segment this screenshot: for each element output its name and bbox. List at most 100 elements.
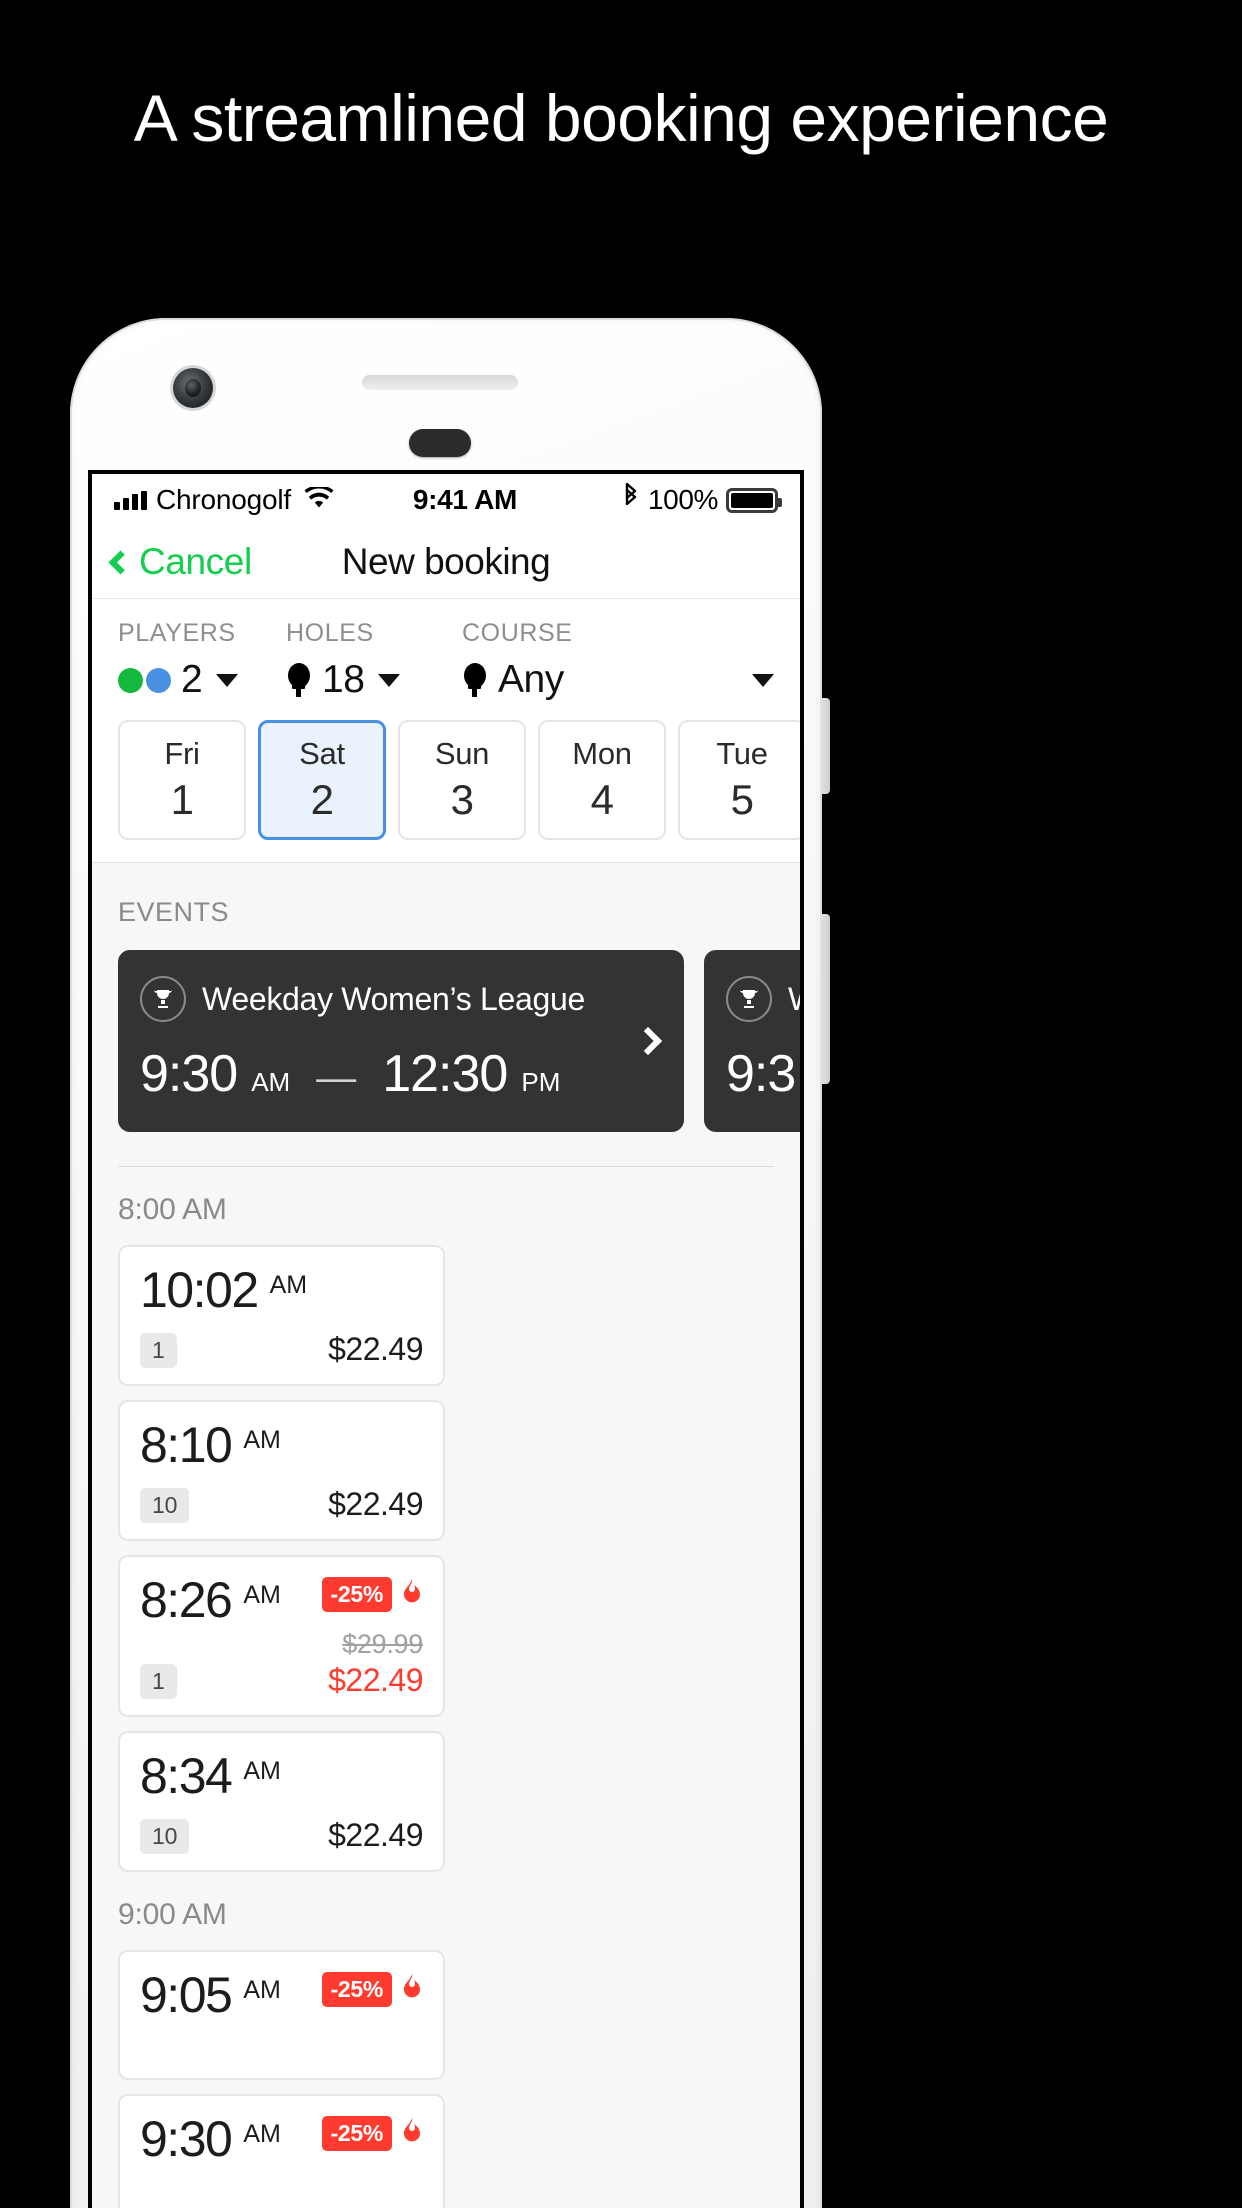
tee-meridiem: AM xyxy=(243,1757,281,1785)
signal-bars-icon xyxy=(114,490,147,510)
event-start-meridiem: AM xyxy=(251,1067,291,1097)
navigation-bar: Cancel New booking xyxy=(92,526,800,598)
tee-old-price: $29.99 xyxy=(342,1629,423,1659)
tee-meridiem: AM xyxy=(269,1271,308,1299)
date-item[interactable]: Mon 4 xyxy=(538,720,666,840)
event-end-time: 12:30 xyxy=(382,1045,508,1103)
page-title: A streamlined booking experience xyxy=(133,81,1109,155)
players-label: PLAYERS xyxy=(118,619,236,647)
golf-tee-icon xyxy=(462,663,488,697)
date-number: 5 xyxy=(730,776,754,823)
date-selector[interactable]: Fri 1 Sat 2 Sun 3 Mon 4 Tue 5 xyxy=(118,702,800,862)
status-time: 9:41 AM xyxy=(412,484,518,515)
tee-time: 9:05 xyxy=(140,1967,233,2023)
booking-content: EVENTS Weekday Women’s League 9:30 AM — … xyxy=(92,862,800,2208)
date-number: 3 xyxy=(450,776,474,823)
poster-stage: A streamlined booking experience Chronog… xyxy=(0,0,1242,2208)
date-item[interactable]: Sun 3 xyxy=(398,720,526,840)
tee-time: 8:10 xyxy=(140,1417,233,1473)
date-number: 2 xyxy=(310,776,334,823)
tee-time-grid: 9:05 AM -25% 9:30 AM -25% xyxy=(92,1950,800,2208)
flame-icon xyxy=(401,1578,423,1611)
tee-time-grid: 10:02 AM 1 $22.49 8:10 AM 10 $22.49 8:26… xyxy=(92,1245,800,1872)
holes-value: 18 xyxy=(322,658,365,701)
trophy-icon xyxy=(140,976,186,1022)
discount-badge: -25% xyxy=(321,2116,392,2151)
carrier-label: Chronogolf xyxy=(156,484,291,515)
tee-meridiem: AM xyxy=(243,2120,281,2148)
tee-time: 9:30 xyxy=(140,2111,233,2167)
tee-time: 8:26 xyxy=(140,1572,233,1628)
player-dots-icon xyxy=(118,667,171,693)
events-carousel[interactable]: Weekday Women’s League 9:30 AM — 12:30 P… xyxy=(92,950,800,1132)
tee-section-heading: 8:00 AM xyxy=(118,1193,227,1226)
phone-mockup: Chronogolf 9:41 AM 100% Cancel New booki… xyxy=(70,318,830,2208)
players-filter[interactable]: PLAYERS 2 xyxy=(118,619,286,702)
tee-time-card[interactable]: 9:30 AM -25% xyxy=(118,2094,445,2208)
event-title: Weekday Women’s League xyxy=(202,980,585,1017)
capacity-badge: 1 xyxy=(140,1664,177,1699)
event-start-time: 9:3 xyxy=(726,1045,796,1103)
event-card[interactable]: W 9:3 xyxy=(704,950,800,1132)
date-number: 1 xyxy=(170,776,194,823)
event-title: W xyxy=(788,981,800,1018)
tee-time-card[interactable]: 10:02 AM 1 $22.49 xyxy=(118,1245,445,1386)
status-bar: Chronogolf 9:41 AM 100% xyxy=(92,474,800,526)
battery-percent: 100% xyxy=(647,484,718,515)
course-value: Any xyxy=(498,658,564,701)
date-item[interactable]: Tue 5 xyxy=(678,720,800,840)
tee-meridiem: AM xyxy=(243,1426,281,1454)
date-dow: Tue xyxy=(716,736,768,771)
tee-time-card[interactable]: 8:26 AM -25% 1 $29.99 $22.49 xyxy=(118,1555,445,1717)
date-dow: Sat xyxy=(299,736,345,771)
holes-label: HOLES xyxy=(286,619,374,647)
tee-time-card[interactable]: 9:05 AM -25% xyxy=(118,1950,445,2080)
earpiece-speaker xyxy=(409,429,471,457)
date-dow: Sun xyxy=(434,736,490,771)
tee-time: 8:34 xyxy=(140,1748,233,1804)
volume-up-button[interactable] xyxy=(820,698,830,794)
discount-badge: -25% xyxy=(321,1972,392,2007)
date-item[interactable]: Fri 1 xyxy=(118,720,246,840)
event-time-dash: — xyxy=(316,1056,357,1100)
bluetooth-icon xyxy=(622,482,640,518)
date-dow: Mon xyxy=(572,736,632,771)
chevron-down-icon xyxy=(378,673,401,687)
battery-icon xyxy=(726,487,782,513)
cancel-label: Cancel xyxy=(139,541,252,582)
date-item-selected[interactable]: Sat 2 xyxy=(258,720,386,840)
course-filter[interactable]: COURSE Any xyxy=(462,619,774,702)
capacity-badge: 10 xyxy=(140,1488,190,1523)
tee-time: 10:02 xyxy=(140,1262,259,1318)
tee-price: $22.49 xyxy=(328,1331,423,1367)
event-end-meridiem: PM xyxy=(521,1067,561,1097)
capacity-badge: 1 xyxy=(140,1333,177,1368)
event-start-time: 9:30 xyxy=(140,1045,238,1103)
tee-time-card[interactable]: 8:34 AM 10 $22.49 xyxy=(118,1731,445,1872)
cancel-button[interactable]: Cancel xyxy=(108,541,252,583)
tee-time-card[interactable]: 8:10 AM 10 $22.49 xyxy=(118,1400,445,1541)
filter-bar: PLAYERS 2 HOLES 18 COURSE Any Fri 1 Sat … xyxy=(92,598,800,862)
golf-tee-icon xyxy=(286,663,312,697)
flame-icon xyxy=(401,1973,423,2006)
volume-down-button[interactable] xyxy=(820,914,830,1084)
phone-screen: Chronogolf 9:41 AM 100% Cancel New booki… xyxy=(88,470,804,2208)
tee-meridiem: AM xyxy=(243,1976,281,2004)
front-camera-icon xyxy=(173,368,213,408)
chevron-down-icon xyxy=(216,673,239,687)
chevron-down-icon xyxy=(752,673,774,687)
capacity-badge: 10 xyxy=(140,1819,190,1854)
discount-badge: -25% xyxy=(321,1577,392,1612)
tee-price: $22.49 xyxy=(328,1662,423,1698)
date-dow: Fri xyxy=(164,736,200,771)
tee-price: $22.49 xyxy=(328,1817,423,1853)
flame-icon xyxy=(401,2117,423,2150)
events-section-label: EVENTS xyxy=(118,897,230,927)
trophy-icon xyxy=(726,976,772,1022)
event-card[interactable]: Weekday Women’s League 9:30 AM — 12:30 P… xyxy=(118,950,684,1132)
course-label: COURSE xyxy=(462,619,573,647)
chevron-left-icon xyxy=(108,549,133,575)
tee-section-heading: 9:00 AM xyxy=(118,1898,227,1931)
holes-filter[interactable]: HOLES 18 xyxy=(286,619,462,702)
tee-meridiem: AM xyxy=(243,1581,281,1609)
